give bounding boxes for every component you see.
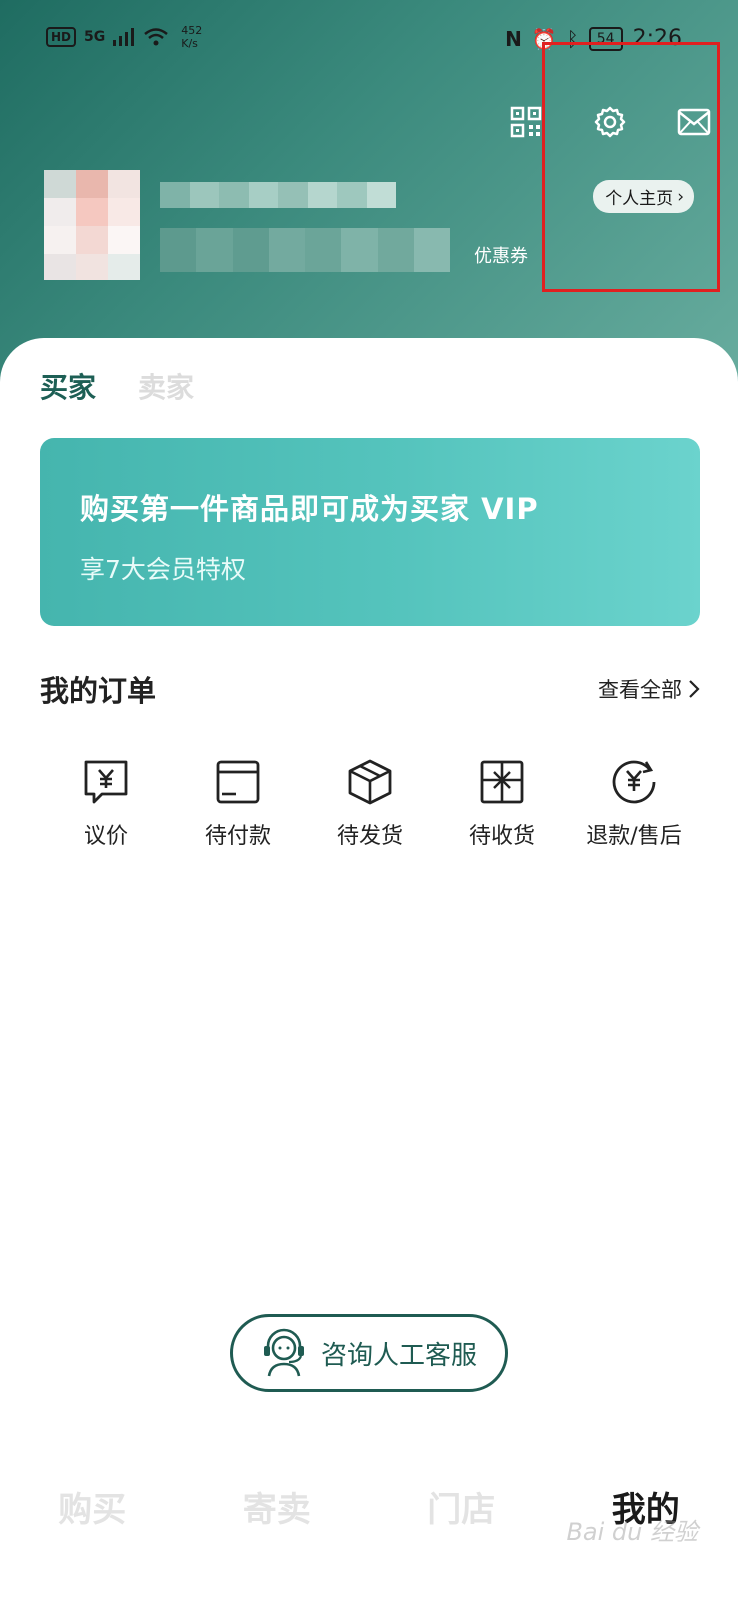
tab-seller[interactable]: 卖家 — [138, 366, 194, 406]
nav-store[interactable]: 门店 — [369, 1470, 554, 1560]
order-refund-aftersale[interactable]: 退款/售后 — [568, 758, 700, 850]
wallet-icon — [216, 760, 260, 804]
content-card: 买家 卖家 购买第一件商品即可成为买家 VIP 享7大会员特权 我的订单 查看全… — [0, 338, 738, 1600]
gift-icon — [480, 760, 524, 804]
vip-banner[interactable]: 购买第一件商品即可成为买家 VIP 享7大会员特权 — [40, 438, 700, 626]
username-redacted — [160, 182, 396, 208]
annotation-highlight-box — [542, 42, 720, 292]
user-stats-redacted — [160, 228, 450, 272]
box-icon — [348, 759, 392, 805]
order-bargain[interactable]: 议价 — [40, 758, 172, 850]
orders-header: 我的订单 查看全部 — [40, 668, 700, 710]
order-status-row: 议价 待付款 待发货 待收货 退款/售后 — [40, 758, 700, 850]
order-pending-payment-label: 待付款 — [204, 824, 271, 849]
order-pending-receipt[interactable]: 待收货 — [436, 758, 568, 850]
watermark: Bai du 经验 — [566, 1518, 698, 1546]
net-speed: 452 K/s — [181, 24, 202, 50]
vip-banner-subtitle: 享7大会员特权 — [80, 555, 246, 584]
order-pending-receipt-label: 待收货 — [468, 824, 535, 849]
chevron-right-icon — [689, 680, 700, 698]
hd-indicator: HD — [46, 27, 77, 47]
nav-consign[interactable]: 寄卖 — [185, 1470, 370, 1560]
orders-title: 我的订单 — [40, 674, 157, 708]
vip-banner-title: 购买第一件商品即可成为买家 VIP — [80, 492, 539, 526]
view-all-orders-link[interactable]: 查看全部 — [598, 674, 700, 704]
nav-buy[interactable]: 购买 — [0, 1470, 185, 1560]
order-pending-payment[interactable]: 待付款 — [172, 758, 304, 850]
view-all-label: 查看全部 — [598, 678, 682, 702]
headset-agent-icon — [263, 1328, 304, 1377]
bargain-icon — [84, 760, 128, 804]
coupon-link[interactable]: 优惠券 — [474, 242, 528, 268]
app-root: HD 5G 452 K/s N ⏰ ᛒ 54 2:26 优惠券 个人主页 › 买… — [0, 0, 738, 1600]
order-refund-aftersale-label: 退款/售后 — [586, 824, 682, 849]
signal-indicator: 5G — [84, 29, 106, 45]
customer-service-button[interactable]: 咨询人工客服 — [230, 1314, 508, 1392]
nfc-icon: N — [505, 26, 522, 51]
order-pending-shipment-label: 待发货 — [336, 824, 403, 849]
avatar[interactable] — [44, 170, 140, 280]
role-tabs: 买家 卖家 — [40, 366, 194, 406]
refund-icon — [612, 760, 656, 804]
net-speed-value: 452 — [181, 24, 203, 37]
wifi-icon — [144, 28, 169, 46]
order-pending-shipment[interactable]: 待发货 — [304, 758, 436, 850]
status-left: HD 5G 452 K/s — [46, 24, 202, 50]
order-bargain-label: 议价 — [83, 824, 128, 849]
net-speed-unit: K/s — [181, 37, 198, 50]
signal-bars-icon — [113, 28, 135, 46]
customer-service-label: 咨询人工客服 — [320, 1340, 477, 1371]
tab-buyer[interactable]: 买家 — [40, 366, 96, 406]
